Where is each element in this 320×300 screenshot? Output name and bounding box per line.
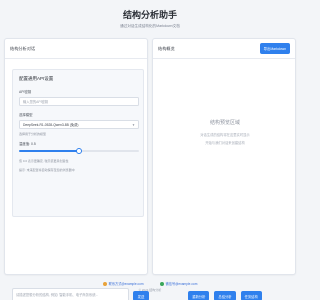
summarize-button[interactable]: 总结分析 xyxy=(214,291,236,300)
chat-panel-header: 结构分析对话 xyxy=(5,39,147,59)
structure-actions: 重新分析 总结分析 任务结构 xyxy=(153,291,297,300)
structure-preview-empty: 结构预览区域 对话生成的结构将在这里实时显示 开始与我们对话来创建结构 xyxy=(153,119,297,148)
chat-input-placeholder: 请描述您想分析的结构, 例如: 智能手机、电子商务系统... xyxy=(16,293,99,297)
preview-title: 结构预览区域 xyxy=(209,120,240,126)
api-key-input[interactable]: 输入您的API密钥 xyxy=(19,97,139,106)
structure-panel-header: 结构概览 导出Markdown xyxy=(153,39,295,59)
footer-link-wechat-text: 微信号@example.com xyxy=(165,282,198,286)
temperature-label: 温度值: 0.5 xyxy=(19,142,36,146)
task-structure-button[interactable]: 任务结构 xyxy=(240,291,262,300)
app-header: 结构分析助手 通过对话生成结构化的Markdown文档 xyxy=(0,8,300,29)
temperature-slider[interactable] xyxy=(19,148,139,154)
preview-line-1: 对话生成的结构将在这里实时显示 xyxy=(200,133,250,137)
copyright: © 2024 结构分析 xyxy=(138,288,162,292)
reanalyze-button[interactable]: 重新分析 xyxy=(188,291,210,300)
contact-icon xyxy=(102,281,107,286)
chat-panel-title: 结构分析对话 xyxy=(10,45,36,51)
api-config-card: 配置通用API设置 API密钥 输入您的API密钥 选择模型 DeepSeek-… xyxy=(12,69,144,217)
chat-panel: 结构分析对话 配置通用API设置 API密钥 输入您的API密钥 选择模型 De… xyxy=(4,38,149,300)
model-hint: 选择用于分析的模型 xyxy=(19,132,47,136)
footer-link-contact-text: 联系方式@example.com xyxy=(108,282,144,286)
app-subtitle: 通过对话生成结构化的Markdown文档 xyxy=(120,24,180,28)
send-button[interactable]: 发送 xyxy=(133,291,149,300)
save-hint: 提示: 未来配置将自动保存至您的浏览器中 xyxy=(19,168,75,172)
model-label: 选择模型 xyxy=(19,113,33,117)
structure-panel-title: 结构概览 xyxy=(158,45,175,51)
app-title: 结构分析助手 xyxy=(122,10,177,20)
api-key-placeholder: 输入您的API密钥 xyxy=(23,100,49,104)
chevron-down-icon: ▼ xyxy=(132,122,135,127)
structure-panel: 结构概览 导出Markdown 结构预览区域 对话生成的结构将在这里实时显示 开… xyxy=(152,38,297,300)
wechat-icon xyxy=(159,281,164,286)
temperature-slider-handle[interactable] xyxy=(76,148,82,154)
preview-line-2: 开始与我们对话来创建结构 xyxy=(205,141,245,145)
temperature-hint: 值 0.0 表示更确定, 较高值更具创造性 xyxy=(19,159,69,163)
footer: 联系方式@example.com 微信号@example.com © 2024 … xyxy=(0,281,300,292)
model-select[interactable]: DeepSeek-R1-0528-Qwen3-8B (免费) ▼ xyxy=(19,120,139,129)
model-select-value: DeepSeek-R1-0528-Qwen3-8B (免费) xyxy=(23,123,79,127)
export-markdown-button[interactable]: 导出Markdown xyxy=(259,43,290,54)
api-key-label: API密钥 xyxy=(19,90,32,94)
api-config-title: 配置通用API设置 xyxy=(19,76,54,81)
footer-link-wechat[interactable]: 微信号@example.com xyxy=(159,281,198,286)
footer-link-contact[interactable]: 联系方式@example.com xyxy=(102,281,144,286)
temperature-slider-fill xyxy=(19,150,79,152)
